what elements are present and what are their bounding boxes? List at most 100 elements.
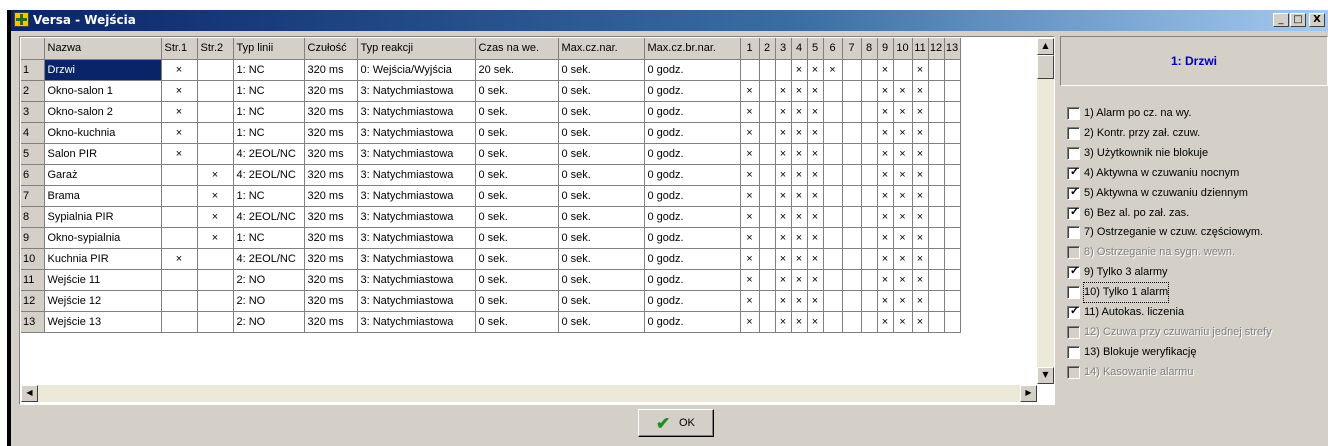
grid-cell[interactable]: [161, 311, 198, 333]
grid-cell[interactable]: [823, 185, 843, 207]
grid-cell[interactable]: 1: NC: [233, 227, 305, 249]
grid-cell[interactable]: 0 godz.: [644, 80, 741, 102]
grid-cell[interactable]: 0 sek.: [558, 269, 645, 291]
table-row[interactable]: 10 Kuchnia PIR × 4: 2EOL/NC 320 ms 3: Natychm…: [21, 248, 961, 270]
grid-cell[interactable]: ×: [791, 101, 808, 123]
grid-cell[interactable]: [944, 80, 961, 102]
grid-cell[interactable]: ×: [912, 269, 929, 291]
column-header[interactable]: 1: [740, 38, 760, 60]
grid-cell[interactable]: 0 godz.: [644, 143, 741, 165]
grid-cell[interactable]: ×: [740, 164, 760, 186]
grid-cell[interactable]: [928, 290, 945, 312]
grid-cell[interactable]: ×: [807, 311, 824, 333]
grid-cell[interactable]: 3: Natychmiastowa: [357, 101, 476, 123]
checkbox[interactable]: [1067, 126, 1080, 140]
grid-cell[interactable]: [944, 101, 961, 123]
grid-cell[interactable]: 0 sek.: [475, 164, 559, 186]
grid-cell[interactable]: ×: [912, 101, 929, 123]
column-header[interactable]: 2: [759, 38, 776, 60]
grid-cell[interactable]: ×: [877, 143, 894, 165]
checkbox[interactable]: [1067, 345, 1080, 359]
grid-cell[interactable]: ×: [197, 206, 234, 228]
grid-cell[interactable]: 1: NC: [233, 101, 305, 123]
title-bar[interactable]: Versa - Wejścia _ □ X: [11, 10, 1328, 31]
grid-cell[interactable]: 0 sek.: [475, 248, 559, 270]
grid-cell[interactable]: [197, 269, 234, 291]
grid-cell[interactable]: ×: [877, 59, 894, 81]
grid-cell[interactable]: 0 sek.: [475, 80, 559, 102]
grid-cell[interactable]: ×: [161, 122, 198, 144]
grid-cell[interactable]: 0 godz.: [644, 227, 741, 249]
grid-cell[interactable]: 320 ms: [304, 227, 358, 249]
grid-cell[interactable]: [759, 206, 776, 228]
grid-cell[interactable]: [842, 164, 862, 186]
column-header[interactable]: 13: [944, 38, 961, 60]
grid-cell[interactable]: ×: [740, 227, 760, 249]
grid-cell[interactable]: ×: [740, 290, 760, 312]
grid-cell[interactable]: 0 sek.: [558, 59, 645, 81]
grid-cell[interactable]: [944, 290, 961, 312]
checkbox[interactable]: [1067, 226, 1080, 240]
grid-cell[interactable]: Salon PIR: [44, 143, 162, 165]
grid-cell[interactable]: ×: [877, 164, 894, 186]
grid-cell[interactable]: 320 ms: [304, 311, 358, 333]
scroll-left-icon[interactable]: ◀: [21, 385, 38, 402]
grid-cell[interactable]: 0 godz.: [644, 185, 741, 207]
scroll-up-icon[interactable]: ▲: [1037, 38, 1054, 55]
grid-cell[interactable]: 0 sek.: [558, 122, 645, 144]
grid-cell[interactable]: ×: [791, 248, 808, 270]
grid-cell[interactable]: ×: [791, 269, 808, 291]
grid-cell[interactable]: [928, 311, 945, 333]
grid-cell[interactable]: ×: [791, 227, 808, 249]
grid-cell[interactable]: ×: [775, 248, 792, 270]
inputs-grid[interactable]: Nazwa Str.1 Str.2 Typ linii Czułość Typ reakc…: [19, 36, 1055, 405]
grid-cell[interactable]: [161, 164, 198, 186]
grid-cell[interactable]: [759, 143, 776, 165]
column-header[interactable]: 10: [893, 38, 913, 60]
grid-cell[interactable]: [861, 101, 878, 123]
grid-cell[interactable]: ×: [161, 80, 198, 102]
checkbox[interactable]: [1067, 107, 1080, 120]
column-header[interactable]: 6: [823, 38, 843, 60]
grid-cell[interactable]: ×: [912, 122, 929, 144]
scroll-down-icon[interactable]: ▼: [1037, 367, 1054, 384]
grid-cell[interactable]: 0 sek.: [558, 290, 645, 312]
column-header[interactable]: Czułość: [304, 38, 358, 60]
grid-cell[interactable]: ×: [775, 101, 792, 123]
grid-cell[interactable]: [161, 227, 198, 249]
grid-cell[interactable]: ×: [740, 143, 760, 165]
grid-cell[interactable]: Wejście 13: [44, 311, 162, 333]
grid-cell[interactable]: [928, 80, 945, 102]
grid-cell[interactable]: [861, 269, 878, 291]
grid-cell[interactable]: ×: [740, 185, 760, 207]
grid-cell[interactable]: ×: [775, 269, 792, 291]
grid-cell[interactable]: ×: [893, 122, 913, 144]
table-row[interactable]: 1 Drzwi × 1: NC 320 ms 0: Wejścia/Wyjścia 20 s…: [21, 59, 961, 81]
grid-cell[interactable]: [944, 122, 961, 144]
grid-cell[interactable]: ×: [877, 122, 894, 144]
grid-cell[interactable]: [823, 164, 843, 186]
grid-cell[interactable]: 0 sek.: [558, 206, 645, 228]
grid-cell[interactable]: 3: Natychmiastowa: [357, 248, 476, 270]
grid-cell[interactable]: 3: Natychmiastowa: [357, 80, 476, 102]
grid-cell[interactable]: ×: [877, 101, 894, 123]
grid-cell[interactable]: [861, 59, 878, 81]
grid-cell[interactable]: Okno-sypialnia: [44, 227, 162, 249]
grid-cell[interactable]: 320 ms: [304, 269, 358, 291]
grid-cell[interactable]: ×: [877, 227, 894, 249]
vertical-scroll-thumb[interactable]: [1037, 55, 1054, 79]
grid-cell[interactable]: [197, 59, 234, 81]
column-header[interactable]: Str.2: [197, 38, 234, 60]
grid-cell[interactable]: [861, 248, 878, 270]
grid-cell[interactable]: 0 sek.: [475, 101, 559, 123]
grid-cell[interactable]: ×: [775, 143, 792, 165]
grid-cell[interactable]: [928, 164, 945, 186]
grid-cell[interactable]: Drzwi: [44, 59, 162, 81]
grid-cell[interactable]: [928, 269, 945, 291]
grid-cell[interactable]: ×: [877, 248, 894, 270]
grid-cell[interactable]: Kuchnia PIR: [44, 248, 162, 270]
grid-cell[interactable]: ×: [791, 122, 808, 144]
grid-cell[interactable]: 320 ms: [304, 80, 358, 102]
grid-cell[interactable]: ×: [877, 269, 894, 291]
grid-cell[interactable]: [823, 227, 843, 249]
